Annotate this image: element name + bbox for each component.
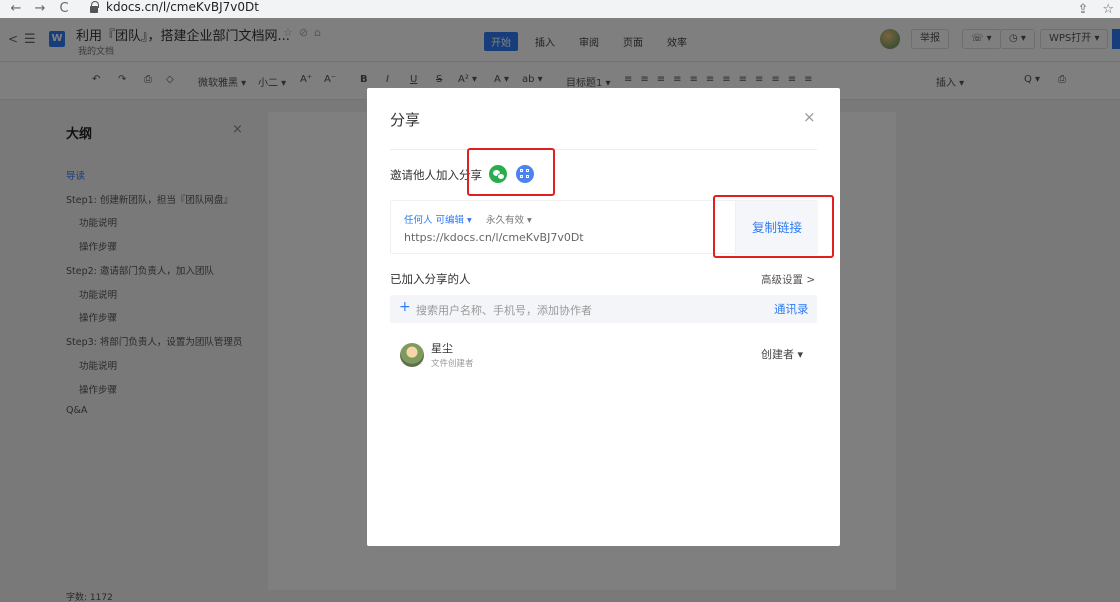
- dialog-title: 分享: [390, 111, 421, 129]
- member-permission-select[interactable]: 创建者 ▾: [761, 346, 803, 362]
- collaborator-search-input[interactable]: 搜索用户名称、手机号，添加协作者: [416, 302, 592, 318]
- highlight-box-copy: [713, 195, 834, 258]
- forward-arrow-icon[interactable]: →: [32, 2, 48, 15]
- member-name: 星尘: [431, 342, 453, 355]
- browser-bar: ← → C kdocs.cn/l/cmeKvBJ7v0Dt ⇪ ☆: [0, 0, 1120, 18]
- star-icon[interactable]: ☆: [1102, 2, 1114, 17]
- link-expiry-select[interactable]: 永久有效 ▾: [486, 212, 532, 226]
- advanced-settings-link[interactable]: 高级设置 >: [761, 272, 815, 287]
- contacts-link[interactable]: 通讯录: [774, 301, 809, 317]
- address-bar-url[interactable]: kdocs.cn/l/cmeKvBJ7v0Dt: [106, 1, 259, 13]
- plus-icon: +: [399, 299, 411, 315]
- link-permission-select[interactable]: 任何人 可编辑 ▾: [404, 212, 472, 226]
- member-avatar: [400, 343, 424, 367]
- lock-icon: [90, 0, 99, 14]
- member-role: 文件创建者: [431, 359, 474, 369]
- joined-users-label: 已加入分享的人: [390, 272, 471, 286]
- share-link-url[interactable]: https://kdocs.cn/l/cmeKvBJ7v0Dt: [404, 231, 584, 244]
- share-icon[interactable]: ⇪: [1077, 2, 1088, 17]
- add-collaborator-row[interactable]: + 搜索用户名称、手机号，添加协作者 通讯录: [390, 295, 817, 323]
- divider: [390, 149, 817, 150]
- share-dialog: 分享 × 邀请他人加入分享 任何人 可编辑 ▾ 永久有效 ▾ https://k…: [367, 88, 840, 546]
- member-row: 星尘 文件创建者 创建者 ▾: [390, 338, 817, 378]
- highlight-box-invite: [467, 148, 555, 196]
- close-icon[interactable]: ×: [803, 108, 816, 126]
- back-arrow-icon[interactable]: ←: [8, 2, 24, 15]
- reload-icon[interactable]: C: [56, 2, 72, 15]
